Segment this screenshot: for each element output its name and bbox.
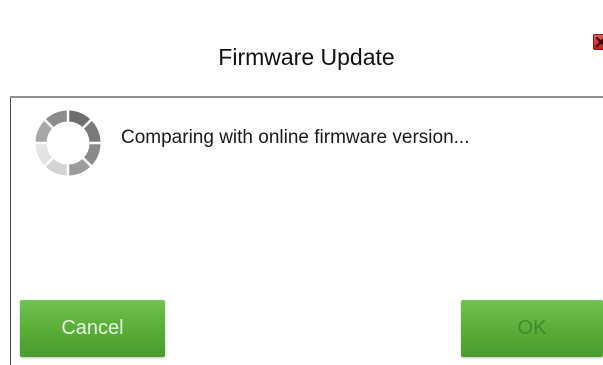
close-icon[interactable] [593, 34, 603, 50]
cancel-button[interactable]: Cancel [20, 300, 165, 357]
dialog-header: Firmware Update [10, 15, 603, 97]
status-message: Comparing with online firmware version..… [121, 127, 470, 148]
loading-spinner-icon [33, 108, 103, 178]
firmware-update-dialog: Firmware Update Comparing with online fi… [0, 0, 603, 365]
dialog-title: Firmware Update [218, 44, 395, 70]
ok-button[interactable]: OK [461, 300, 603, 357]
